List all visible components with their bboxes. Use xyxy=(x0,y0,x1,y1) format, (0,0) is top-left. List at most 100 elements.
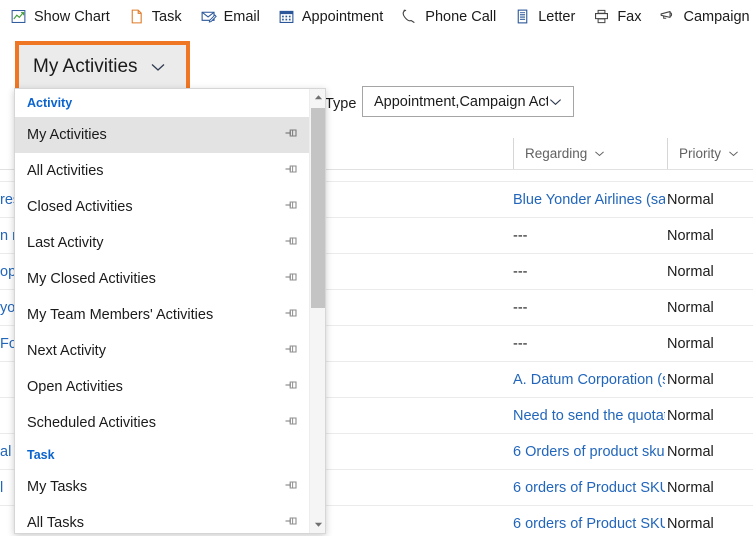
pin-icon[interactable] xyxy=(283,515,299,531)
view-list: Activity My Activities All Activities Clo… xyxy=(15,89,311,533)
view-list-item[interactable]: My Tasks xyxy=(15,469,311,505)
view-list-item[interactable]: My Team Members' Activities xyxy=(15,297,311,333)
command-letter[interactable]: Letter xyxy=(505,0,584,33)
view-item-label: All Tasks xyxy=(27,515,84,531)
command-phone-call[interactable]: Phone Call xyxy=(392,0,505,33)
command-task[interactable]: Task xyxy=(119,0,191,33)
view-item-label: Scheduled Activities xyxy=(27,415,156,431)
cell-priority: Normal xyxy=(667,300,714,316)
view-list-item[interactable]: Next Activity xyxy=(15,333,311,369)
scroll-down-arrow-icon[interactable] xyxy=(310,516,325,533)
pin-icon[interactable] xyxy=(283,343,299,359)
pin-icon[interactable] xyxy=(283,415,299,431)
view-item-label: Closed Activities xyxy=(27,199,133,215)
command-appointment[interactable]: Appointment xyxy=(269,0,392,33)
cell-priority: Normal xyxy=(667,444,714,460)
view-bar: My Activities xyxy=(0,37,753,92)
command-fax[interactable]: Fax xyxy=(584,0,650,33)
view-list-item[interactable]: Last Activity xyxy=(15,225,311,261)
pin-icon[interactable] xyxy=(283,235,299,251)
cell-priority: Normal xyxy=(667,480,714,496)
view-list-item[interactable]: All Activities xyxy=(15,153,311,189)
command-label: Fax xyxy=(617,8,642,25)
view-list-item[interactable]: My Activities xyxy=(15,117,311,153)
view-item-label: My Closed Activities xyxy=(27,271,156,287)
cell-priority: Normal xyxy=(667,264,714,280)
command-email[interactable]: Email xyxy=(191,0,269,33)
command-campaign-response[interactable]: Campaign Response xyxy=(650,0,753,33)
fax-icon xyxy=(593,8,610,25)
type-filter-label: Type xyxy=(325,96,357,112)
flyout-scrollbar[interactable] xyxy=(309,89,325,533)
cell-regarding[interactable] xyxy=(513,170,665,181)
email-icon xyxy=(200,8,217,25)
view-list-item[interactable]: Open Activities xyxy=(15,369,311,405)
view-list-item[interactable]: Closed Activities xyxy=(15,189,311,225)
view-group-header: Activity xyxy=(27,96,73,110)
view-item-label: Last Activity xyxy=(27,235,104,251)
app-root: Show Chart Task Email Appointment Phone Call… xyxy=(0,0,753,536)
task-icon xyxy=(128,8,145,25)
grid-column-label: Priority xyxy=(679,146,722,161)
campaign-response-icon xyxy=(659,8,676,25)
cell-priority xyxy=(667,170,747,181)
cell-priority: Normal xyxy=(667,516,714,532)
command-label: Letter xyxy=(538,8,576,25)
phone-icon xyxy=(401,8,418,25)
command-label: Show Chart xyxy=(34,8,110,25)
chevron-down-icon xyxy=(593,147,606,160)
pin-icon[interactable] xyxy=(283,163,299,179)
cell-regarding[interactable]: Blue Yonder Airlines (sam xyxy=(513,182,665,218)
cell-priority: Normal xyxy=(667,192,714,208)
view-list-item[interactable]: Scheduled Activities xyxy=(15,405,311,441)
cell-regarding[interactable]: --- xyxy=(513,290,665,326)
cell-priority: Normal xyxy=(667,228,714,244)
pin-icon[interactable] xyxy=(283,379,299,395)
cell-regarding[interactable]: --- xyxy=(513,254,665,290)
pin-icon[interactable] xyxy=(283,271,299,287)
cell-regarding[interactable]: 6 orders of Product SKU . xyxy=(513,470,665,506)
grid-column-header-regarding[interactable]: Regarding xyxy=(513,138,606,169)
view-list-item[interactable]: All Tasks xyxy=(15,505,311,533)
type-filter-value: Appointment,Campaign Acti... xyxy=(374,93,548,110)
cell-regarding[interactable]: 6 Orders of product sku J xyxy=(513,434,665,470)
chevron-down-icon xyxy=(727,147,740,160)
view-item-label: My Activities xyxy=(27,127,107,143)
command-label: Task xyxy=(151,8,182,25)
command-label: Appointment xyxy=(301,8,384,25)
view-list-item[interactable]: My Closed Activities xyxy=(15,261,311,297)
cell-regarding[interactable]: 6 orders of Product SKU . xyxy=(513,506,665,536)
pin-icon[interactable] xyxy=(283,479,299,495)
view-item-label: My Team Members' Activities xyxy=(27,307,214,323)
pin-icon[interactable] xyxy=(283,127,299,143)
view-selector-label: My Activities xyxy=(33,55,138,77)
cell-priority: Normal xyxy=(667,408,714,424)
cell-priority: Normal xyxy=(667,336,714,352)
command-label: Phone Call xyxy=(425,8,497,25)
cell-regarding[interactable]: --- xyxy=(513,218,665,254)
type-filter-dropdown[interactable]: Appointment,Campaign Acti... xyxy=(362,86,574,117)
command-label: Email xyxy=(223,8,260,25)
calendar-icon xyxy=(278,8,295,25)
command-bar: Show Chart Task Email Appointment Phone Call… xyxy=(0,0,753,33)
view-selector-button[interactable]: My Activities xyxy=(15,41,190,92)
cell-regarding[interactable]: A. Datum Corporation (sa xyxy=(513,362,665,398)
command-show-chart[interactable]: Show Chart xyxy=(0,0,119,33)
view-item-label: My Tasks xyxy=(27,479,88,495)
scroll-up-arrow-icon[interactable] xyxy=(310,89,325,106)
chevron-down-icon xyxy=(548,94,563,109)
pin-icon[interactable] xyxy=(283,199,299,215)
cell-regarding[interactable]: --- xyxy=(513,326,665,362)
chart-icon xyxy=(10,8,27,25)
command-label: Campaign Response xyxy=(683,8,753,25)
scrollbar-thumb[interactable] xyxy=(311,108,325,308)
view-item-label: All Activities xyxy=(27,163,104,179)
view-item-label: Open Activities xyxy=(27,379,123,395)
chevron-down-icon xyxy=(150,59,166,75)
pin-icon[interactable] xyxy=(283,307,299,323)
cell-regarding[interactable]: Need to send the quotati xyxy=(513,398,665,434)
grid-column-label: Regarding xyxy=(525,146,588,161)
view-selector-flyout: Activity My Activities All Activities Clo… xyxy=(14,88,326,534)
grid-column-header-priority[interactable]: Priority xyxy=(667,138,740,169)
cell-priority: Normal xyxy=(667,372,714,388)
